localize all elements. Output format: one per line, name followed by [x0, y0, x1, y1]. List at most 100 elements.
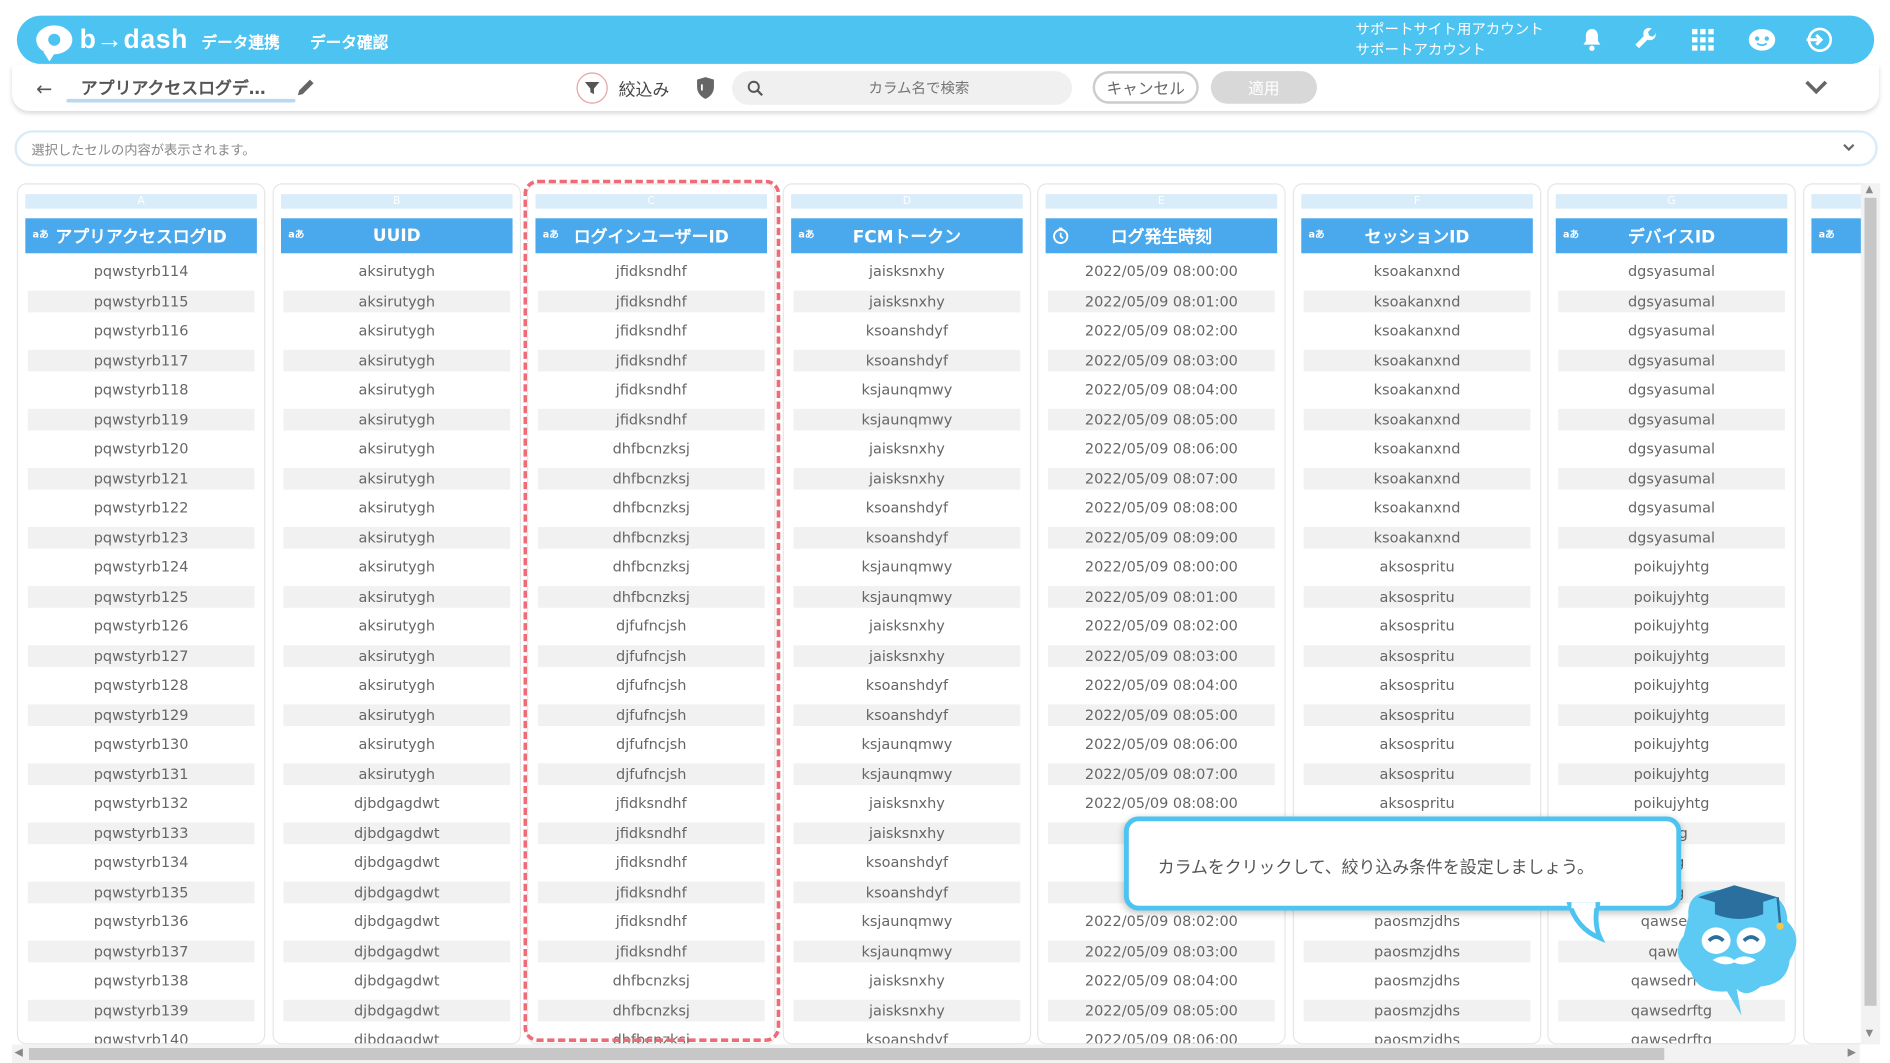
table-cell[interactable]: aksospritu — [1304, 733, 1531, 755]
table-cell[interactable]: djfufncjsh — [538, 615, 765, 637]
table-cell[interactable]: aksirutygh — [283, 585, 511, 608]
table-cell[interactable]: jaisksnxhy — [793, 999, 1021, 1021]
table-cell[interactable]: aksirutygh — [283, 556, 510, 578]
bdash-logo[interactable]: b→dash — [36, 23, 188, 62]
table-cell[interactable]: 2022/05/09 08:04:00 — [1048, 674, 1275, 696]
table-cell[interactable]: pqwstyrb131 — [27, 762, 255, 785]
table-cell[interactable]: pqwstyrb134 — [28, 851, 255, 873]
table-cell[interactable]: jfidksndhf — [538, 851, 765, 873]
table-cell[interactable]: dhfbcnzksj — [537, 467, 765, 490]
table-cell[interactable]: dhfbcnzksj — [538, 556, 765, 578]
table-cell[interactable]: pqwstyrb128 — [28, 674, 255, 696]
table-cell[interactable]: jaisksnxhy — [794, 970, 1021, 992]
table-cell[interactable]: jfidksndhf — [537, 880, 765, 903]
table-cell[interactable]: ksoanshdyf — [794, 320, 1021, 342]
column-search-input[interactable] — [780, 75, 1058, 101]
selected-cell-display[interactable]: 選択したセルの内容が表示されます。 — [14, 130, 1878, 167]
table-cell[interactable]: pqwstyrb123 — [27, 526, 255, 549]
table-cell[interactable]: aksospritu — [1303, 762, 1531, 785]
table-cell[interactable]: jaisksnxhy — [793, 644, 1021, 667]
table-cell[interactable]: jfidksndhf — [538, 792, 765, 814]
table-cell[interactable]: jaisksnxhy — [794, 615, 1021, 637]
column-header[interactable]: aあ FCMトークン — [791, 218, 1023, 254]
table-cell[interactable]: aksospritu — [1303, 703, 1531, 726]
table-cell[interactable]: jaisksnxhy — [794, 438, 1021, 460]
table-cell[interactable]: pqwstyrb135 — [27, 880, 255, 903]
expand-chevron-icon[interactable] — [1842, 140, 1856, 154]
table-cell[interactable]: djfufncjsh — [537, 644, 765, 667]
table-cell[interactable]: aksirutygh — [283, 762, 511, 785]
table-cell[interactable]: ksoanshdyf — [794, 497, 1021, 519]
table-cell[interactable]: djbdgagdwt — [283, 880, 511, 903]
table-cell[interactable]: pqwstyrb129 — [27, 703, 255, 726]
table-cell[interactable]: pqwstyrb121 — [27, 467, 255, 490]
table-cell[interactable]: dgsyasumal — [1558, 379, 1785, 401]
table-cell[interactable]: aksirutygh — [283, 644, 511, 667]
table-cell[interactable]: djbdgagdwt — [283, 792, 510, 814]
table-cell[interactable]: aksospritu — [1304, 556, 1531, 578]
table-cell[interactable]: dgsyasumal — [1558, 467, 1785, 490]
bot-icon[interactable] — [1745, 25, 1779, 54]
table-cell[interactable]: ksoanshdyf — [794, 674, 1021, 696]
cancel-button[interactable]: キャンセル — [1092, 71, 1199, 104]
table-cell[interactable]: aksospritu — [1303, 585, 1531, 608]
table-cell[interactable]: ksjaunqmwy — [793, 940, 1021, 962]
table-cell[interactable]: poikujyhtg — [1558, 703, 1785, 726]
table-cell[interactable]: ksoakanxnd — [1304, 320, 1531, 342]
vertical-scrollbar[interactable]: ▲ ▼ — [1860, 183, 1881, 1045]
column-header[interactable]: aあ UUID — [280, 218, 513, 254]
table-cell[interactable]: 2022/05/09 08:06:00 — [1048, 438, 1275, 460]
table-cell[interactable]: jfidksndhf — [537, 821, 765, 844]
table-cell[interactable]: dgsyasumal — [1558, 438, 1785, 460]
table-cell[interactable]: pqwstyrb120 — [28, 438, 255, 460]
table-cell[interactable]: pqwstyrb125 — [27, 585, 255, 608]
table-cell[interactable]: ksjaunqmwy — [793, 762, 1021, 785]
table-cell[interactable]: 2022/05/09 08:06:00 — [1048, 1029, 1275, 1043]
table-cell[interactable]: pqwstyrb137 — [27, 940, 255, 962]
table-cell[interactable]: 2022/05/09 08:05:00 — [1048, 703, 1275, 726]
chevron-down-icon[interactable] — [1803, 77, 1830, 96]
table-cell[interactable]: pqwstyrb122 — [28, 497, 255, 519]
scroll-up-icon[interactable]: ▲ — [1866, 183, 1873, 194]
table-cell[interactable]: aksirutygh — [283, 497, 510, 519]
nav-data-link[interactable]: データ連携 — [201, 30, 279, 53]
table-cell[interactable]: ksoakanxnd — [1304, 260, 1531, 282]
funnel-icon[interactable] — [576, 72, 608, 104]
table-cell[interactable]: jaisksnxhy — [793, 821, 1021, 844]
table-cell[interactable]: pqwstyrb127 — [27, 644, 255, 667]
bell-icon[interactable] — [1577, 25, 1606, 54]
column-header[interactable]: aあ デバイスID — [1555, 218, 1788, 254]
table-cell[interactable]: poikujyhtg — [1558, 585, 1785, 608]
horizontal-scroll-thumb[interactable] — [28, 1048, 1665, 1061]
table-cell[interactable]: paosmzjdhs — [1303, 999, 1531, 1021]
table-cell[interactable]: ksoakanxnd — [1303, 349, 1531, 371]
table-cell[interactable]: pqwstyrb133 — [27, 821, 255, 844]
table-cell[interactable]: ksjaunqmwy — [794, 556, 1021, 578]
table-cell[interactable]: aksospritu — [1304, 615, 1531, 637]
horizontal-scrollbar[interactable]: ◀ ▶ — [12, 1044, 1860, 1063]
table-cell[interactable]: djfufncjsh — [538, 733, 765, 755]
table-cell[interactable]: 2022/05/09 08:04:00 — [1048, 970, 1275, 992]
table-cell[interactable]: 2022/05/09 08:02:00 — [1048, 911, 1275, 933]
table-cell[interactable]: dgsyasumal — [1558, 260, 1785, 282]
table-cell[interactable]: pqwstyrb140 — [28, 1029, 255, 1043]
table-cell[interactable]: 2022/05/09 08:03:00 — [1048, 940, 1275, 962]
table-cell[interactable]: pqwstyrb117 — [27, 349, 255, 371]
table-cell[interactable]: djbdgagdwt — [283, 970, 510, 992]
table-cell[interactable]: dhfbcnzksj — [537, 585, 765, 608]
table-cell[interactable]: 2022/05/09 08:05:00 — [1048, 408, 1275, 430]
table-cell[interactable]: ksjaunqmwy — [794, 379, 1021, 401]
table-cell[interactable]: poikujyhtg — [1558, 615, 1785, 637]
table-cell[interactable]: aksirutygh — [283, 733, 510, 755]
table-cell[interactable]: djfufncjsh — [538, 674, 765, 696]
table-cell[interactable]: ksoanshdyf — [793, 349, 1021, 371]
table-cell[interactable]: aksirutygh — [283, 320, 510, 342]
table-cell[interactable]: pqwstyrb139 — [27, 999, 255, 1021]
table-cell[interactable]: ksoakanxnd — [1303, 408, 1531, 430]
table-cell[interactable]: poikujyhtg — [1558, 644, 1785, 667]
table-cell[interactable]: aksirutygh — [283, 438, 510, 460]
table-cell[interactable]: jfidksndhf — [537, 349, 765, 371]
table-cell[interactable]: jaisksnxhy — [794, 260, 1021, 282]
table-cell[interactable]: ksoakanxnd — [1304, 497, 1531, 519]
table-cell[interactable]: jfidksndhf — [538, 379, 765, 401]
